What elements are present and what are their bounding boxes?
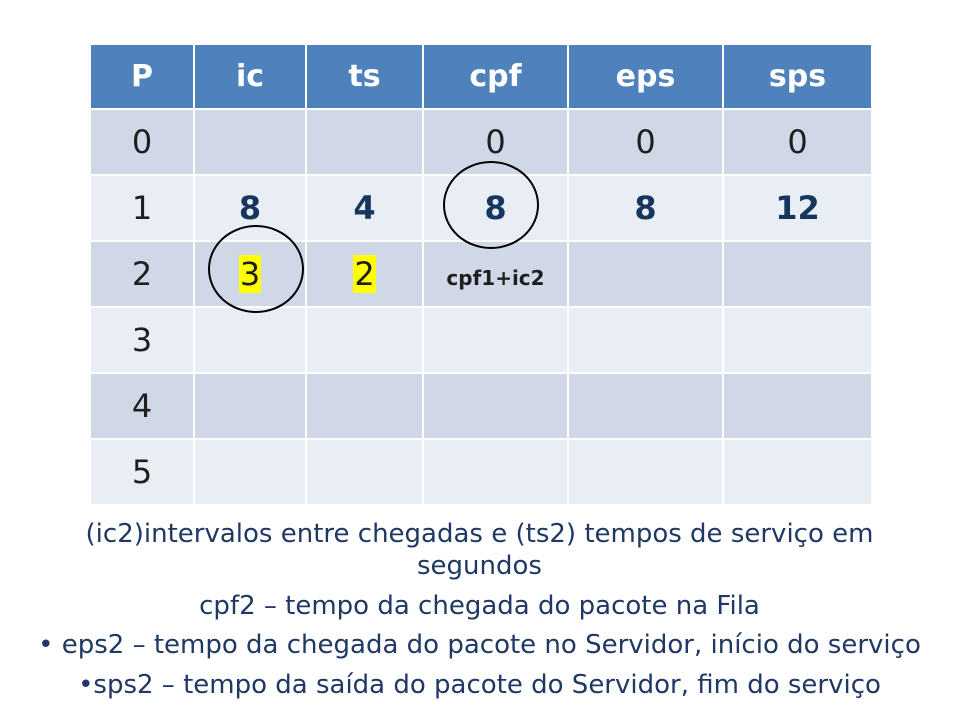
- cell-ts: [305, 372, 424, 440]
- caption-line: •sps2 – tempo da saída do pacote do Serv…: [78, 670, 881, 700]
- header-ic: ic: [193, 43, 307, 110]
- highlighted-value: 3: [238, 255, 262, 293]
- cell-ic: [193, 108, 307, 176]
- caption-line: • eps2 – tempo da chegada do pacote no S…: [38, 630, 921, 660]
- header-cpf: cpf: [422, 43, 569, 110]
- cell-p: 2: [89, 240, 195, 308]
- cell-p: 1: [89, 174, 195, 242]
- highlighted-value: 2: [353, 255, 376, 293]
- header-p: P: [89, 43, 195, 110]
- header-row: P ic ts cpf eps sps: [89, 43, 873, 110]
- cell-cpf: [422, 306, 569, 374]
- caption-line: cpf2 – tempo da chegada do pacote na Fil…: [199, 591, 760, 621]
- cell-cpf: [422, 438, 569, 506]
- cell-sps: [722, 240, 873, 308]
- cell-eps: [567, 240, 724, 308]
- header-sps: sps: [722, 43, 873, 110]
- cell-ts: [305, 306, 424, 374]
- cell-eps: 8: [567, 174, 724, 242]
- cell-ts: 2: [305, 240, 424, 308]
- cell-ts: [305, 108, 424, 176]
- cell-ts: [305, 438, 424, 506]
- table-row: 2 3 2 cpf1+ic2: [89, 240, 873, 308]
- table-row: 0 0 0 0: [89, 108, 873, 176]
- cell-sps: 12: [722, 174, 873, 242]
- cell-cpf: [422, 372, 569, 440]
- cell-p: 0: [89, 108, 195, 176]
- cell-sps: 0: [722, 108, 873, 176]
- cell-eps: [567, 438, 724, 506]
- header-ts: ts: [305, 43, 424, 110]
- data-table: P ic ts cpf eps sps 0 0 0 0 1 8 4 8 8 12…: [89, 43, 873, 506]
- cell-sps: [722, 306, 873, 374]
- cell-cpf: 0: [422, 108, 569, 176]
- header-eps: eps: [567, 43, 724, 110]
- cell-p: 4: [89, 372, 195, 440]
- cell-ts: 4: [305, 174, 424, 242]
- formula-note: cpf1+ic2: [446, 266, 545, 290]
- cell-eps: [567, 372, 724, 440]
- table-row: 3: [89, 306, 873, 374]
- cell-eps: 0: [567, 108, 724, 176]
- cell-cpf: 8: [422, 174, 569, 242]
- cell-ic: [193, 372, 307, 440]
- table-row: 1 8 4 8 8 12: [89, 174, 873, 242]
- cell-ic: 8: [193, 174, 307, 242]
- cell-sps: [722, 438, 873, 506]
- cell-ic: [193, 438, 307, 506]
- caption-line: (ic2)intervalos entre chegadas e (ts2) t…: [85, 519, 874, 581]
- cell-eps: [567, 306, 724, 374]
- table-row: 5: [89, 438, 873, 506]
- cell-ic: [193, 306, 307, 374]
- cell-p: 5: [89, 438, 195, 506]
- cell-sps: [722, 372, 873, 440]
- cell-cpf: cpf1+ic2: [422, 240, 569, 308]
- table-row: 4: [89, 372, 873, 440]
- cell-ic: 3: [193, 240, 307, 308]
- cell-p: 3: [89, 306, 195, 374]
